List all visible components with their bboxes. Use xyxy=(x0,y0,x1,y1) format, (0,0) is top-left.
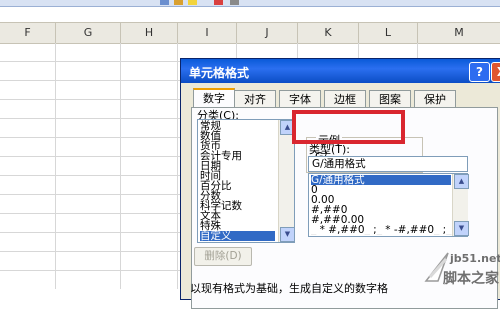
toolbar-gap xyxy=(0,7,500,22)
type-item[interactable]: _ * #,##0_ ;_ * -#,##0_ ;_ * " xyxy=(311,225,453,235)
type-scrollbar[interactable]: ▲ ▼ xyxy=(452,174,469,236)
column-header-l[interactable]: L xyxy=(359,23,418,43)
close-button[interactable]: X xyxy=(491,62,500,82)
column-header-i[interactable]: I xyxy=(178,23,237,43)
toolbar-icon[interactable] xyxy=(174,0,183,5)
column-header-m[interactable]: M xyxy=(418,23,500,43)
toolbar-icon[interactable] xyxy=(230,0,239,5)
scroll-down-icon[interactable]: ▼ xyxy=(280,227,295,242)
toolbar-icon[interactable] xyxy=(160,0,169,5)
watermark-site: jb51.net xyxy=(450,252,500,265)
column-header-row: F G H I J K L M xyxy=(0,22,500,44)
column-header-f[interactable]: F xyxy=(0,23,56,43)
column-header-k[interactable]: K xyxy=(298,23,359,43)
watermark-name: 脚本之家 xyxy=(443,271,499,287)
type-item[interactable]: #,##0.00 xyxy=(311,215,364,226)
toolbar-icon[interactable] xyxy=(214,0,223,5)
column-header-h[interactable]: H xyxy=(121,23,178,43)
tab-protection[interactable]: 保护 xyxy=(414,90,456,108)
tab-border[interactable]: 边框 xyxy=(324,90,366,108)
category-item-selected[interactable]: 自定义 xyxy=(200,231,275,241)
help-button[interactable]: ? xyxy=(469,62,490,82)
scroll-down-icon[interactable]: ▼ xyxy=(454,221,469,236)
toolbar xyxy=(0,0,500,7)
tab-patterns[interactable]: 图案 xyxy=(369,90,411,108)
toolbar-icon[interactable] xyxy=(188,0,197,5)
type-input[interactable]: G/通用格式 xyxy=(308,156,468,172)
delete-button[interactable]: 删除(D) xyxy=(194,247,252,266)
type-list[interactable]: G/通用格式 0 0.00 #,##0 #,##0.00 _ * #,##0_ … xyxy=(308,173,469,237)
description-text: 以现有格式为基础，生成自定义的数字格 xyxy=(190,282,388,295)
tab-font[interactable]: 字体 xyxy=(279,90,321,108)
column-header-g[interactable]: G xyxy=(56,23,121,43)
tab-alignment[interactable]: 对齐 xyxy=(234,90,276,108)
scroll-up-icon[interactable]: ▲ xyxy=(454,174,469,189)
dialog-title: 单元格格式 xyxy=(189,66,250,80)
category-list[interactable]: 常规 数值 货币 会计专用 日期 时间 百分比 分数 科学记数 文本 特殊 自定… xyxy=(197,119,295,243)
type-item-selected[interactable]: G/通用格式 xyxy=(311,175,451,185)
column-header-j[interactable]: J xyxy=(237,23,298,43)
dialog-titlebar[interactable]: 单元格格式 ? X xyxy=(181,59,500,83)
sample-highlight-box xyxy=(292,110,405,144)
